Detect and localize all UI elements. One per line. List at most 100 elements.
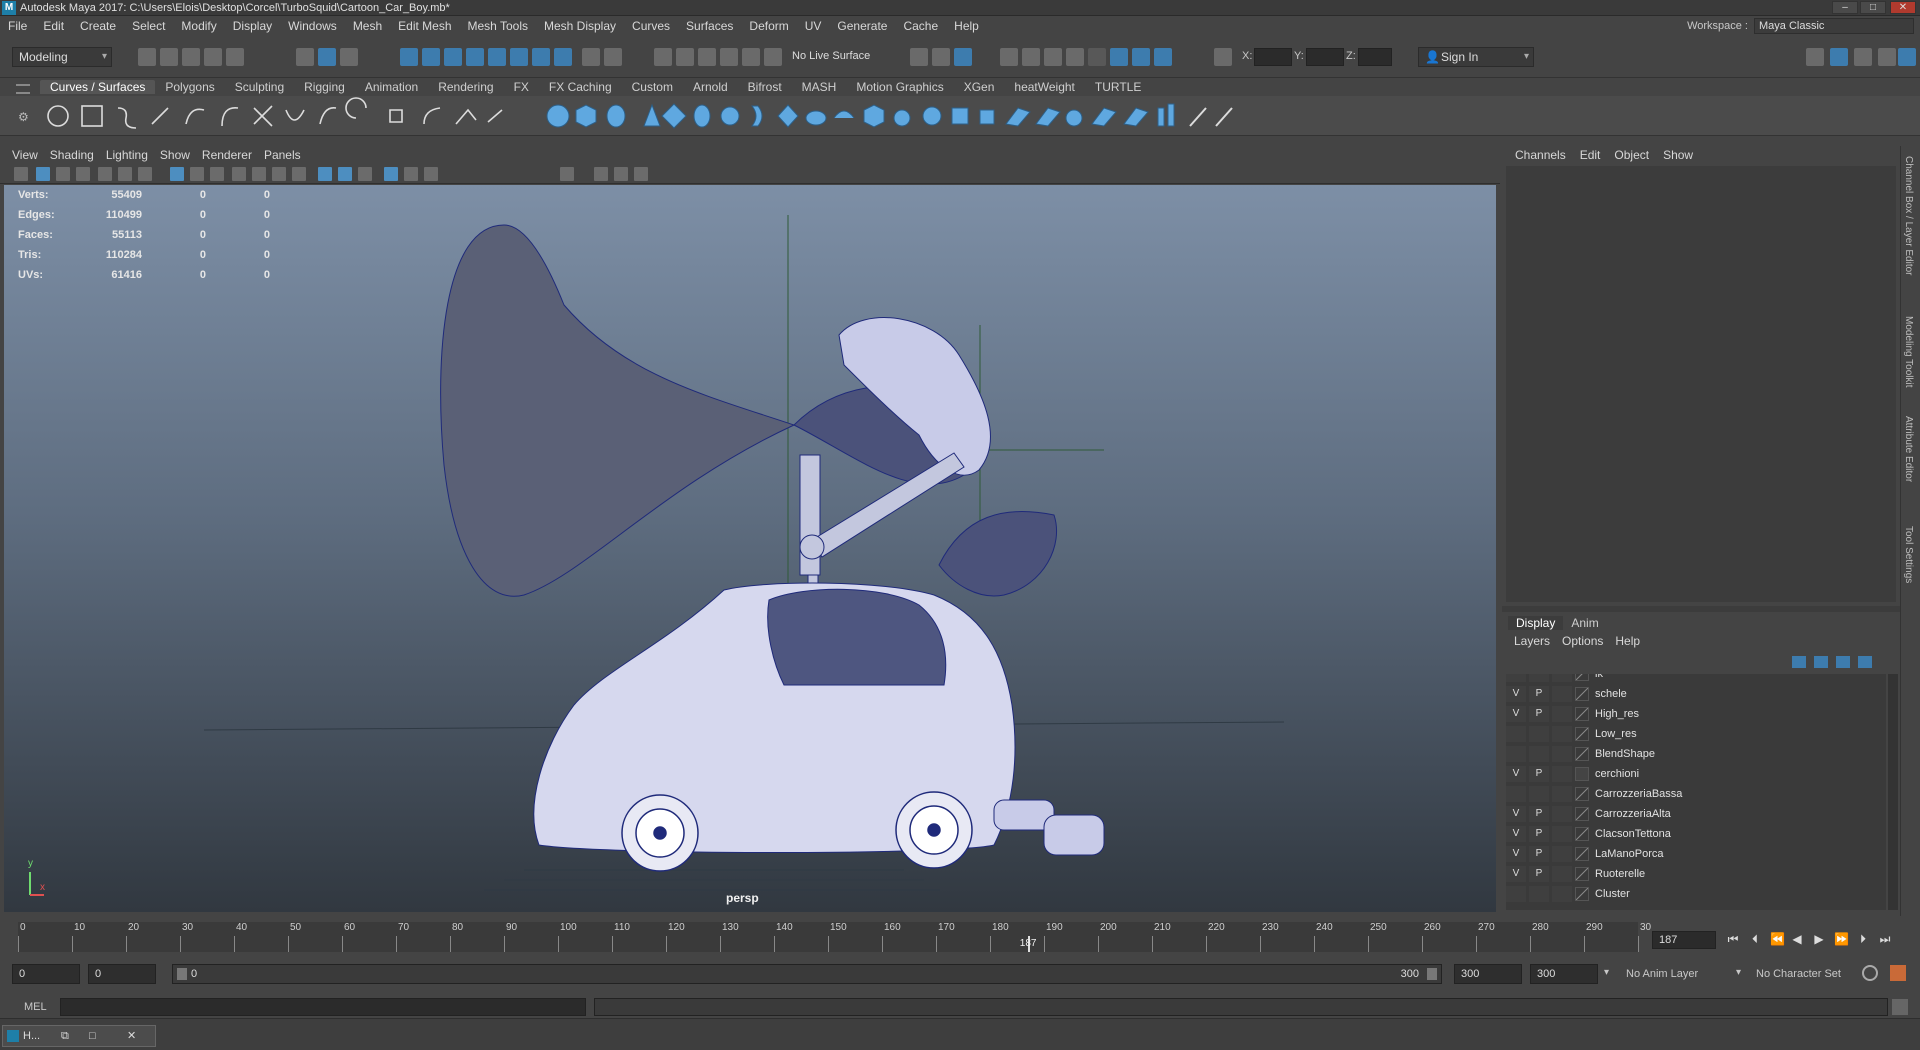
layer-visibility-toggle[interactable]: V — [1506, 686, 1526, 702]
shelf-tab-arnold[interactable]: Arnold — [683, 80, 738, 94]
layer-row[interactable]: Low_res — [1506, 724, 1886, 744]
layer-display-type-toggle[interactable] — [1552, 706, 1572, 722]
layer-playback-toggle[interactable]: P — [1529, 706, 1549, 722]
layer-scrollbar[interactable] — [1888, 674, 1898, 910]
select-camera-icon[interactable] — [14, 167, 28, 181]
layer-menu-layers[interactable]: Layers — [1508, 634, 1556, 648]
shelf-tab-custom[interactable]: Custom — [622, 80, 683, 94]
viewport-menu-lighting[interactable]: Lighting — [100, 148, 154, 162]
layer-playback-toggle[interactable]: P — [1529, 846, 1549, 862]
current-frame-field[interactable]: 187 — [1652, 931, 1716, 949]
menu-surfaces[interactable]: Surfaces — [678, 19, 741, 33]
layer-row[interactable]: V Pschele — [1506, 684, 1886, 704]
shelf-tab-motion-graphics[interactable]: Motion Graphics — [846, 80, 953, 94]
layer-name[interactable]: Low_res — [1595, 728, 1637, 740]
side-tab-channel-box-layer-editor[interactable]: Channel Box / Layer Editor — [1903, 156, 1914, 276]
output-ops-icon[interactable] — [698, 48, 716, 66]
layer-row[interactable]: V P LaManoPorca — [1506, 844, 1886, 864]
gamma-icon[interactable] — [634, 167, 648, 181]
light-editor-icon[interactable] — [1066, 48, 1084, 66]
layer-name[interactable]: CarrozzeriaAlta — [1595, 808, 1671, 820]
menu-select[interactable]: Select — [124, 19, 173, 33]
menu-cache[interactable]: Cache — [895, 19, 946, 33]
layer-color-swatch[interactable] — [1575, 807, 1589, 821]
layer-row[interactable]: V Pcerchioni — [1506, 764, 1886, 784]
z-coordinate-field[interactable] — [1358, 48, 1392, 66]
layer-display-type-toggle[interactable] — [1552, 674, 1572, 682]
open-scene-icon[interactable] — [160, 48, 178, 66]
anim-layer-dropdown[interactable]: No Anim Layer — [1626, 968, 1698, 980]
layer-visibility-toggle[interactable] — [1506, 674, 1526, 682]
layer-playback-toggle[interactable] — [1529, 886, 1549, 902]
snap-point-icon[interactable] — [444, 48, 462, 66]
channel-box-body[interactable] — [1506, 166, 1896, 602]
layer-name[interactable]: CarrozzeriaBassa — [1595, 788, 1682, 800]
use-all-lights-icon[interactable] — [252, 167, 266, 181]
range-end-handle[interactable] — [1427, 968, 1437, 980]
menu-mesh-display[interactable]: Mesh Display — [536, 19, 624, 33]
channel-menu-edit[interactable]: Edit — [1573, 148, 1608, 162]
layer-display-type-toggle[interactable] — [1552, 826, 1572, 842]
menu-mesh[interactable]: Mesh — [345, 19, 390, 33]
shelf-tab-heatweight[interactable]: heatWeight — [1004, 80, 1085, 94]
shelf-tab-rendering[interactable]: Rendering — [428, 80, 503, 94]
layer-display-type-toggle[interactable] — [1552, 886, 1572, 902]
2d-pan-zoom-icon[interactable] — [98, 167, 112, 181]
close-button[interactable]: ✕ — [1890, 1, 1916, 14]
paint-select-icon[interactable] — [340, 48, 358, 66]
layer-row[interactable]: V P ClacsonTettona — [1506, 824, 1886, 844]
toggle-attribute-editor-icon[interactable] — [1132, 48, 1150, 66]
layer-row[interactable]: V P High_res — [1506, 704, 1886, 724]
magnet-icon[interactable] — [764, 48, 782, 66]
layer-display-type-toggle[interactable] — [1552, 726, 1572, 742]
grid-toggle-icon[interactable] — [138, 167, 152, 181]
snap-plane-icon[interactable] — [466, 48, 484, 66]
toggle-modeling-toolkit-icon[interactable] — [1110, 48, 1128, 66]
layer-name[interactable]: ClacsonTettona — [1595, 828, 1671, 840]
menu-display[interactable]: Display — [225, 19, 280, 33]
mel-label[interactable]: MEL — [24, 1001, 47, 1013]
xray-icon[interactable] — [338, 167, 352, 181]
shelf-menu-icon[interactable] — [16, 84, 30, 94]
layer-color-swatch[interactable] — [1575, 674, 1589, 681]
shelf-settings-icon[interactable]: ⚙ — [18, 110, 29, 124]
layer-name[interactable]: Ruoterelle — [1595, 868, 1645, 880]
layer-color-swatch[interactable] — [1575, 867, 1589, 881]
layer-playback-toggle[interactable] — [1529, 786, 1549, 802]
layer-visibility-toggle[interactable] — [1506, 886, 1526, 902]
y-coordinate-field[interactable] — [1306, 48, 1344, 66]
render-setup-icon[interactable] — [1044, 48, 1062, 66]
layer-visibility-toggle[interactable]: V — [1506, 706, 1526, 722]
restore-icon[interactable]: ⧉ — [61, 1026, 69, 1046]
channel-menu-show[interactable]: Show — [1656, 148, 1700, 162]
make-live-icon[interactable] — [742, 48, 760, 66]
layer-row[interactable]: V P Ruoterelle — [1506, 864, 1886, 884]
new-layer-icon[interactable] — [1836, 656, 1850, 668]
ipr-render-icon[interactable] — [954, 48, 972, 66]
construction-history-icon[interactable] — [654, 48, 672, 66]
tool-settings-icon[interactable] — [1854, 48, 1872, 66]
layer-playback-toggle[interactable]: P — [1529, 826, 1549, 842]
smooth-shade-icon[interactable] — [190, 167, 204, 181]
minimize-button[interactable]: – — [1832, 1, 1858, 14]
layer-display-type-toggle[interactable] — [1552, 766, 1572, 782]
play-backward-icon[interactable]: ◀ — [1790, 932, 1804, 946]
screen-space-ao-icon[interactable] — [292, 167, 306, 181]
gate-mask-icon[interactable] — [384, 167, 398, 181]
layout-icon[interactable] — [1878, 48, 1896, 66]
shelf-tab-turtle[interactable]: TURTLE — [1085, 80, 1151, 94]
menu-modify[interactable]: Modify — [173, 19, 224, 33]
live-surface-icon[interactable] — [720, 48, 738, 66]
layer-playback-toggle[interactable]: P — [1529, 766, 1549, 782]
snap-curve-icon[interactable] — [422, 48, 440, 66]
close-icon[interactable]: ✕ — [127, 1026, 136, 1046]
menu-generate[interactable]: Generate — [829, 19, 895, 33]
layer-color-swatch[interactable] — [1575, 747, 1589, 761]
layer-name[interactable]: BlendShape — [1595, 748, 1655, 760]
snap-grid-icon[interactable] — [400, 48, 418, 66]
shelf-tab-curves-surfaces[interactable]: Curves / Surfaces — [40, 80, 156, 94]
panel-divider[interactable] — [1502, 606, 1900, 612]
render-view-icon[interactable] — [910, 48, 928, 66]
layer-tab-display[interactable]: Display — [1508, 616, 1564, 630]
layer-playback-toggle[interactable]: P — [1529, 806, 1549, 822]
